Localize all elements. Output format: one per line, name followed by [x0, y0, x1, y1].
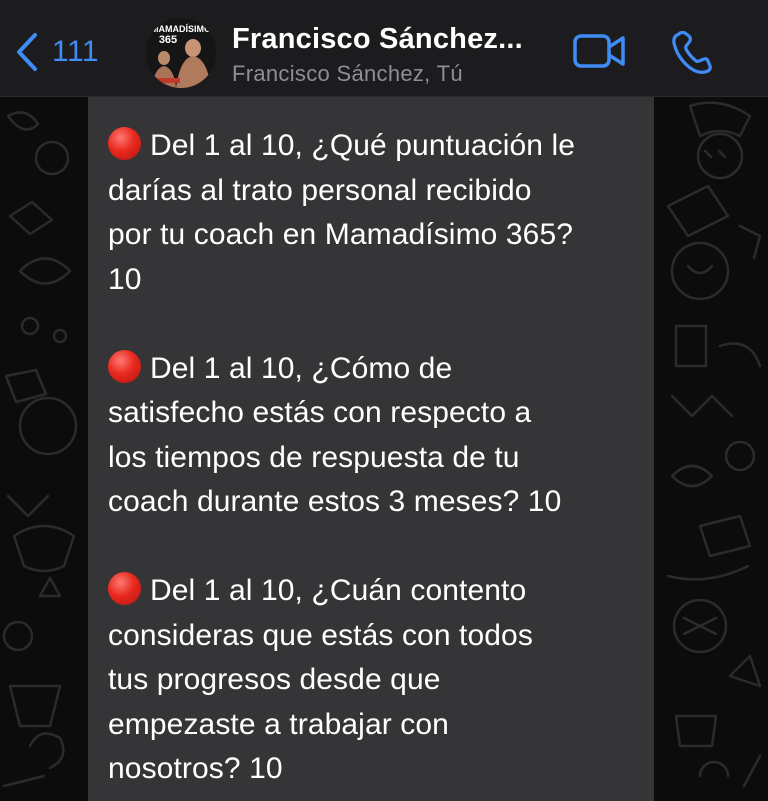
message-line: Del 1 al 10, ¿Qué puntuación le: [108, 124, 648, 169]
red-circle-icon: [108, 572, 141, 605]
back-button[interactable]: 111: [14, 30, 99, 74]
phone-icon: [670, 30, 714, 74]
voice-call-button[interactable]: [670, 30, 714, 74]
survey-question-3: Del 1 al 10, ¿Cuán contento consideras q…: [108, 569, 648, 792]
message-line: Del 1 al 10, ¿Cómo de: [108, 347, 648, 392]
red-circle-icon: [108, 349, 141, 383]
chat-subtitle: Francisco Sánchez, Tú: [232, 61, 463, 86]
message-line: tus progresos desde que: [108, 663, 441, 696]
message-text: Del 1 al 10, ¿Qué puntuación le darías a…: [108, 124, 648, 801]
red-circle-icon: [108, 127, 141, 160]
message-line: por tu coach en Mamadísimo 365?: [108, 218, 574, 251]
chat-header: 111 MAMADÍSIMO 365 Francisco Sánchez... …: [0, 0, 768, 97]
video-call-button[interactable]: [572, 32, 626, 70]
avatar-text-top: MAMADÍSIMO: [151, 24, 211, 34]
message-line: nosotros? 10: [108, 752, 283, 785]
chevron-left-icon: [14, 32, 40, 72]
message-line: 10: [108, 262, 142, 296]
unread-count: 111: [52, 35, 100, 68]
chat-screen: 111 MAMADÍSIMO 365 Francisco Sánchez... …: [0, 0, 768, 801]
message-line: Del 1 al 10, ¿Cuán contento: [108, 569, 648, 614]
message-line: consideras que estás con todos: [108, 618, 533, 652]
message-line: los tiempos de respuesta de tu: [108, 440, 520, 474]
chat-title-block[interactable]: Francisco Sánchez... Francisco Sánchez, …: [232, 20, 552, 88]
message-line: coach durante estos 3 meses? 10: [108, 485, 562, 518]
avatar-text-mid: 365: [159, 34, 177, 46]
survey-question-2: Del 1 al 10, ¿Cómo de satisfecho estás c…: [108, 347, 648, 525]
message-line: satisfecho estás con respecto a: [108, 396, 532, 429]
chat-title: Francisco Sánchez...: [232, 23, 523, 55]
avatar[interactable]: MAMADÍSIMO 365: [146, 18, 216, 88]
video-camera-icon: [572, 32, 626, 70]
survey-question-1: Del 1 al 10, ¿Qué puntuación le darías a…: [108, 124, 648, 302]
message-line: empezaste a trabajar con: [108, 707, 449, 741]
message-line: darías al trato personal recibido: [108, 173, 532, 207]
